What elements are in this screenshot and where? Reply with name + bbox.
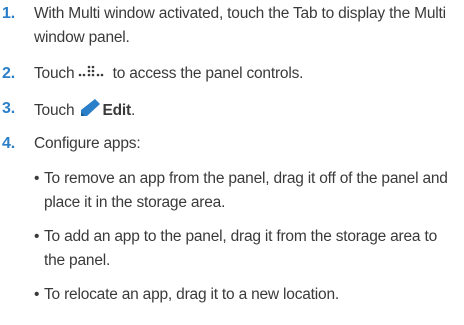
- bullet-icon: •: [34, 286, 40, 303]
- bullet-icon: •: [34, 228, 40, 245]
- step-text: Touch Edit.: [34, 97, 458, 125]
- step-text-after: to access the panel controls.: [112, 65, 304, 83]
- bullet-text: To relocate an app, drag it to a new loc…: [44, 286, 339, 303]
- bullet-text: To add an app to the panel, drag it from…: [44, 228, 437, 269]
- step-text: With Multi window activated, touch the T…: [34, 5, 446, 46]
- pencil-icon: [78, 97, 102, 125]
- step-text: Touch to access the panel controls.: [34, 62, 458, 86]
- panel-controls-dots-icon: [78, 62, 108, 86]
- instruction-page: 1. With Multi window activated, touch th…: [0, 0, 464, 325]
- edit-label: Edit: [102, 102, 131, 120]
- step-text-after: .: [130, 102, 136, 120]
- step-number: 3.: [2, 100, 15, 117]
- step-text: Configure apps:: [34, 135, 141, 152]
- step-number: 2.: [2, 65, 15, 82]
- step-text-before: Touch: [34, 65, 75, 83]
- step-number: 1.: [2, 5, 15, 22]
- step-number: 4.: [2, 135, 15, 152]
- bullet-icon: •: [34, 170, 40, 187]
- step-text-before: Touch: [34, 102, 75, 120]
- bullet-text: To remove an app from the panel, drag it…: [44, 170, 448, 211]
